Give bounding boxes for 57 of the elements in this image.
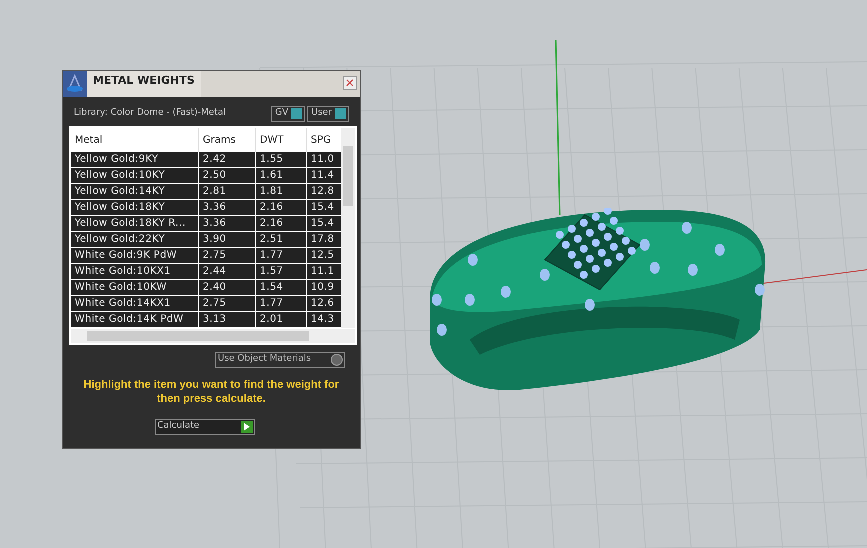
table-cell: 2.01 xyxy=(256,312,307,327)
table-cell: 3.36 xyxy=(199,216,256,231)
table-cell: White Gold:14KX1 xyxy=(71,296,199,311)
table-row[interactable]: Yellow Gold:22KY 3.90 2.51 17.8 xyxy=(71,232,341,248)
table-row[interactable]: White Gold:9K PdW 2.75 1.77 12.5 xyxy=(71,248,341,264)
table-row[interactable]: Yellow Gold:18KY 3.36 2.16 15.4 xyxy=(71,200,341,216)
table-cell: 1.61 xyxy=(256,168,307,183)
table-cell: White Gold:10KX1 xyxy=(71,264,199,279)
table-cell: Yellow Gold:18KY R... xyxy=(71,216,199,231)
table-cell: 1.55 xyxy=(256,152,307,167)
table-cell: 2.75 xyxy=(199,296,256,311)
table-row[interactable]: Yellow Gold:9KY 2.42 1.55 11.0 xyxy=(71,152,341,168)
table-cell: 1.81 xyxy=(256,184,307,199)
table-row[interactable]: Yellow Gold:10KY 2.50 1.61 11.4 xyxy=(71,168,341,184)
table-cell: 1.77 xyxy=(256,296,307,311)
table-row[interactable]: White Gold:10KW 2.40 1.54 10.9 xyxy=(71,280,341,296)
use-object-materials-toggle[interactable]: Use Object Materials xyxy=(215,352,345,368)
table-cell: Yellow Gold:14KY xyxy=(71,184,199,199)
table-cell: 2.16 xyxy=(256,216,307,231)
table-row[interactable]: White Gold:10KX1 2.44 1.57 11.1 xyxy=(71,264,341,280)
close-icon xyxy=(346,79,354,87)
table-cell: 1.57 xyxy=(256,264,307,279)
table-cell: Yellow Gold:18KY xyxy=(71,200,199,215)
table-cell: 2.16 xyxy=(256,200,307,215)
hint-text: Highlight the item you want to find the weight for then press calculate. xyxy=(82,378,340,406)
table-row[interactable]: White Gold:14KX1 2.75 1.77 12.6 xyxy=(71,296,341,312)
table-cell: White Gold:10KW xyxy=(71,280,199,295)
play-icon xyxy=(244,423,250,431)
table-cell: 3.36 xyxy=(199,200,256,215)
table-cell: 1.77 xyxy=(256,248,307,263)
table-cell: 2.75 xyxy=(199,248,256,263)
table-cell: Yellow Gold:9KY xyxy=(71,152,199,167)
table-row[interactable]: Yellow Gold:18KY R... 3.36 2.16 15.4 xyxy=(71,216,341,232)
table-cell: 2.42 xyxy=(199,152,256,167)
table-cell: 2.44 xyxy=(199,264,256,279)
horizontal-scrollbar[interactable] xyxy=(71,329,355,343)
table-cell: 2.81 xyxy=(199,184,256,199)
calculate-button[interactable]: Calculate xyxy=(154,419,254,435)
table-cell: White Gold:14K PdW xyxy=(71,312,199,327)
table-cell: 1.54 xyxy=(256,280,307,295)
toggle-button[interactable]: User xyxy=(307,106,349,122)
app-logo-icon xyxy=(63,71,87,97)
table-row[interactable]: Yellow Gold:14KY 2.81 1.81 12.8 xyxy=(71,184,341,200)
window-title: METAL WEIGHTS xyxy=(87,71,201,97)
table-cell: Yellow Gold:10KY xyxy=(71,168,199,183)
table-cell: Yellow Gold:22KY xyxy=(71,232,199,247)
table-cell: 3.13 xyxy=(199,312,256,327)
toggle-button[interactable]: GV xyxy=(271,106,306,122)
table-cell: 2.51 xyxy=(256,232,307,247)
table-cell: 2.50 xyxy=(199,168,256,183)
vertical-scrollbar[interactable] xyxy=(341,128,355,328)
library-label: Library: Color Dome - (Fast)-Metal xyxy=(74,106,227,120)
table-row[interactable]: White Gold:14K PdW 3.13 2.01 14.3 xyxy=(71,312,341,328)
table-cell: White Gold:9K PdW xyxy=(71,248,199,263)
table-cell: 3.90 xyxy=(199,232,256,247)
table-cell: 2.40 xyxy=(199,280,256,295)
close-button[interactable] xyxy=(343,76,357,90)
